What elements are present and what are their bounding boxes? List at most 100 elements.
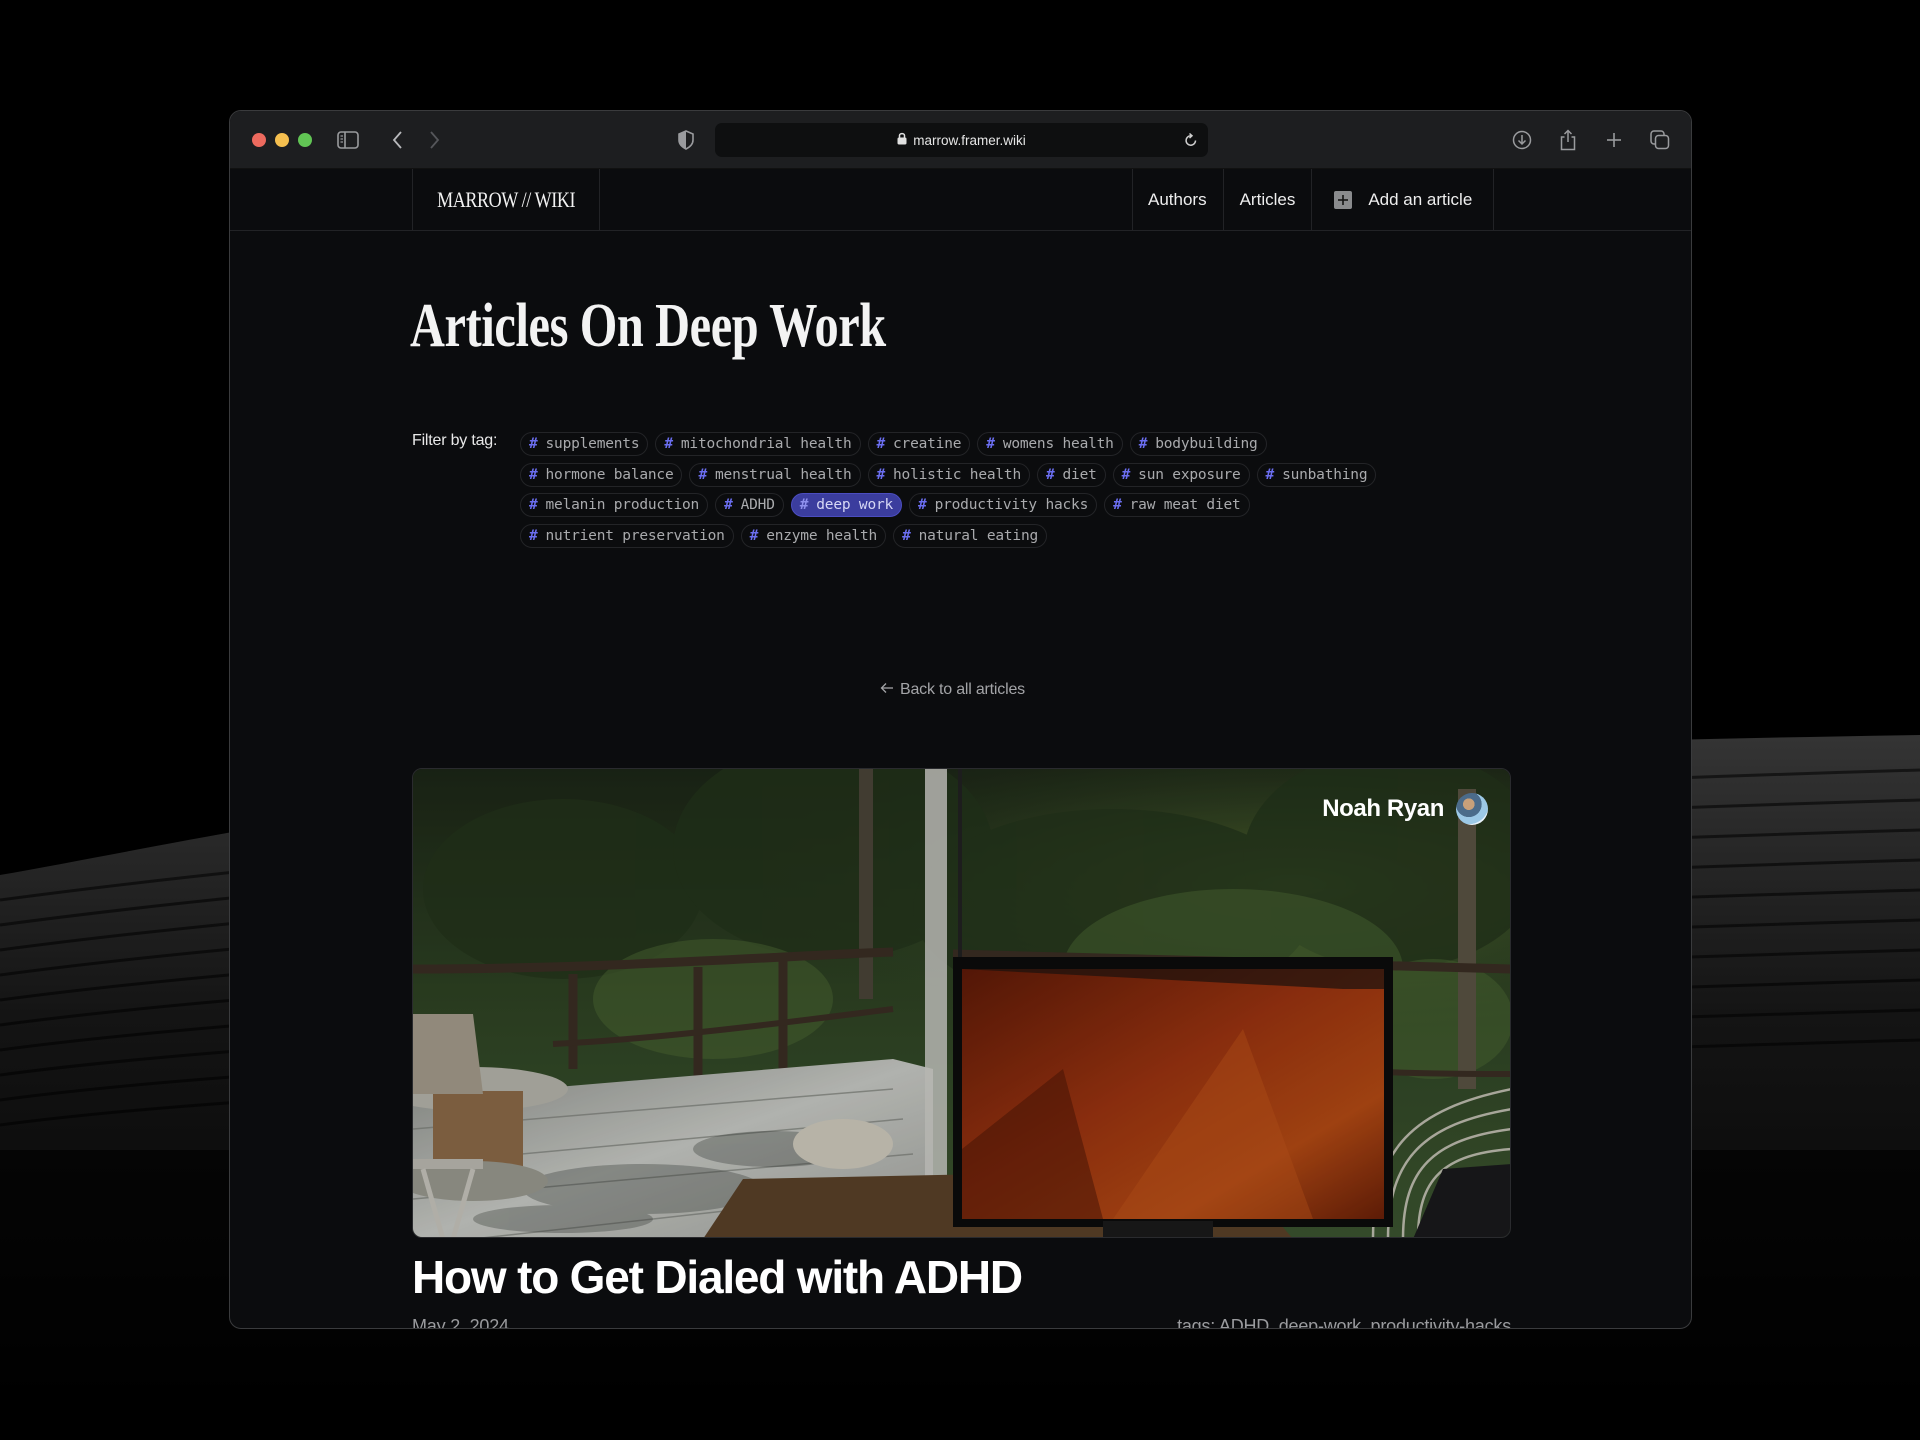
shield-icon[interactable] [674,128,698,152]
tag-row: # melanin production # ADHD # deep work # produ… [520,490,1510,521]
article-tags: tags: ADHD, deep-work, productivity-hack… [1177,1316,1511,1329]
tag-row: # nutrient preservation # enzyme health # nat… [520,521,1510,552]
tag-filter-supplements[interactable]: # supplements [520,432,649,457]
tag-filter-nutrient-preservation[interactable]: # nutrient preservation [520,524,734,549]
hash-icon: # [664,436,673,453]
tag-label: womens health [1002,436,1114,453]
hash-icon: # [529,466,538,483]
tag-filter-diet[interactable]: # diet [1036,462,1106,487]
tag-filter-enzyme-health[interactable]: # enzyme health [740,524,887,549]
logo-link[interactable]: MARROW // WIKI [412,169,600,230]
hash-icon: # [918,497,927,514]
tag-filter-creatine[interactable]: # creatine [867,432,971,457]
hash-icon: # [1045,466,1055,483]
tag-row: # hormone balance # menstrual health # holist… [520,460,1510,491]
nav-articles-label: Articles [1239,189,1296,209]
article-card-image[interactable]: Noah Ryan [412,768,1511,1238]
tabs-overview-icon[interactable] [1648,128,1672,152]
nav-links: Authors Articles Add an article [1132,169,1495,230]
tag-label: supplements [545,436,640,453]
tag-label: diet [1062,466,1097,483]
back-link-label: Back to all articles [900,681,1025,698]
tag-filter-productivity-hacks[interactable]: # productivity hacks [909,493,1098,518]
address-bar[interactable]: marrow.framer.wiki [715,123,1208,157]
tag-label: sun exposure [1138,466,1241,483]
tag-label: sunbathing [1282,466,1368,483]
tag-label: deep work [816,497,894,514]
page-title: Articles On Deep Work [410,292,886,360]
tag-label: holistic health [893,466,1021,483]
tag-filter-deep-work[interactable]: # deep work [790,493,903,518]
author-avatar [1456,793,1488,825]
hash-icon: # [799,497,809,514]
author-chip[interactable]: Noah Ryan [1322,793,1488,825]
tag-filter-bodybuilding[interactable]: # bodybuilding [1129,432,1267,457]
tag-label: productivity hacks [934,497,1089,514]
hash-icon: # [1121,466,1131,483]
reload-icon[interactable] [1184,132,1198,151]
nav-articles[interactable]: Articles [1224,169,1313,230]
tag-label: melanin production [545,497,700,514]
tag-filter-melanin-production[interactable]: # melanin production [520,493,709,518]
article-cover-photo [413,769,1510,1237]
tag-filter-womens-health[interactable]: # womens health [977,432,1123,457]
arrow-left-icon [880,681,894,699]
tag-filter-menstrual-health[interactable]: # menstrual health [689,462,861,487]
tag-filter-list: # supplements # mitochondrial health # creati… [520,429,1510,551]
author-name: Noah Ryan [1322,795,1444,822]
tag-label: nutrient preservation [545,528,725,545]
hash-icon: # [529,528,538,545]
browser-window: marrow.framer.wiki MARROW // WIKI Author… [229,110,1692,1329]
tag-filter-holistic-health[interactable]: # holistic health [867,462,1030,487]
tag-label: bodybuilding [1155,436,1258,453]
hash-icon: # [986,436,995,453]
hash-icon: # [724,497,733,514]
tag-filter-natural-eating[interactable]: # natural eating [893,524,1048,549]
filter-label: Filter by tag: [412,432,498,449]
browser-toolbar: marrow.framer.wiki [230,111,1691,169]
tag-filter-hormone-balance[interactable]: # hormone balance [520,462,683,487]
url-text: marrow.framer.wiki [913,132,1026,148]
tag-label: creatine [893,436,962,453]
download-icon[interactable] [1510,128,1534,152]
nav-authors-label: Authors [1148,189,1207,209]
close-window-button[interactable] [252,133,266,147]
tag-label: enzyme health [766,528,878,545]
tag-filter-mitochondrial-health[interactable]: # mitochondrial health [655,432,861,457]
add-article-label: Add an article [1368,189,1473,209]
article-title[interactable]: How to Get Dialed with ADHD [412,1250,1023,1304]
hash-icon: # [529,497,538,514]
hash-icon: # [1138,436,1148,453]
tag-label: mitochondrial health [680,436,852,453]
hash-icon: # [1113,497,1122,514]
back-icon[interactable] [386,128,410,152]
new-tab-icon[interactable] [1602,128,1626,152]
zoom-window-button[interactable] [298,133,312,147]
hash-icon: # [529,436,538,453]
minimize-window-button[interactable] [275,133,289,147]
sidebar-icon[interactable] [336,128,360,152]
tag-filter-sun-exposure[interactable]: # sun exposure [1112,462,1250,487]
tag-label: ADHD [740,497,775,514]
site-logo: MARROW // WIKI [437,186,575,212]
tag-label: natural eating [918,528,1039,545]
add-article-button[interactable]: Add an article [1312,169,1495,230]
back-to-all-articles-link[interactable]: Back to all articles [880,681,1025,699]
tag-row: # supplements # mitochondrial health # creati… [520,429,1510,460]
tag-label: raw meat diet [1129,497,1241,514]
nav-authors[interactable]: Authors [1133,169,1224,230]
hash-icon: # [876,466,886,483]
article-date: May 2, 2024 [412,1316,509,1329]
hash-icon: # [876,436,886,453]
hash-icon: # [749,528,759,545]
forward-icon[interactable] [422,128,446,152]
share-icon[interactable] [1556,128,1580,152]
tag-filter-sunbathing[interactable]: # sunbathing [1256,462,1377,487]
lock-icon [897,132,907,148]
tag-filter-raw-meat-diet[interactable]: # raw meat diet [1104,493,1250,518]
hash-icon: # [1265,466,1275,483]
hash-icon: # [902,528,911,545]
hash-icon: # [698,466,708,483]
tag-label: menstrual health [715,466,852,483]
tag-filter-adhd[interactable]: # ADHD [715,493,784,518]
